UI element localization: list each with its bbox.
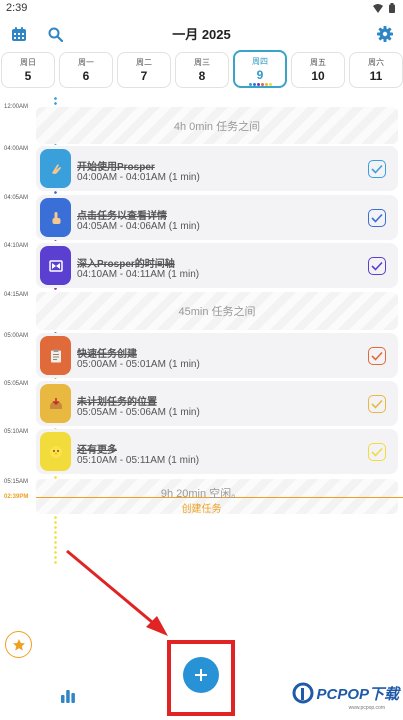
day-name: 周四 [252, 57, 268, 66]
favorites-button[interactable] [5, 631, 32, 658]
stats-icon[interactable] [60, 688, 76, 704]
task-time: 05:05AM - 05:06AM (1 min) [77, 407, 200, 418]
task-title: 深入Prosper的时间轴 [77, 259, 175, 270]
day-sun[interactable]: 周日 5 [1, 52, 55, 88]
day-sat[interactable]: 周六 11 [349, 52, 403, 88]
task-checkbox[interactable] [368, 395, 386, 413]
task-card[interactable]: 未计划任务的位置 05:05AM - 05:06AM (1 min) [36, 381, 398, 426]
day-name: 周日 [20, 58, 36, 67]
checkmark-icon [371, 399, 383, 409]
inbox-tray-icon [49, 397, 62, 409]
status-icons [373, 3, 395, 13]
time-label: 12:00AM [4, 104, 29, 110]
task-tile [40, 384, 71, 423]
day-date: 6 [82, 69, 90, 83]
day-name: 周六 [368, 58, 384, 67]
free-time-text: 9h 20min 空闲。 [160, 488, 243, 500]
task-title: 快速任务创建 [77, 349, 137, 360]
settings-button[interactable] [375, 24, 395, 44]
day-date: 7 [140, 69, 148, 83]
wifi-icon [373, 3, 383, 13]
task-title: 点击任务以查看详情 [77, 211, 167, 222]
time-label: 04:10AM [4, 243, 29, 249]
create-task-link[interactable]: 创建任务 [0, 500, 403, 515]
task-title: 未计划任务的位置 [77, 397, 157, 408]
page-title[interactable]: 一月 2025 [0, 24, 403, 43]
wave-hand-icon [51, 164, 61, 174]
task-card[interactable]: 还有更多 05:10AM - 05:11AM (1 min) [36, 429, 398, 474]
day-thu-selected[interactable]: 周四 9 [233, 50, 287, 88]
pcpop-logo-icon [292, 682, 314, 704]
task-card[interactable]: 快速任务创建 05:00AM - 05:01AM (1 min) [36, 333, 398, 378]
gear-icon [377, 26, 393, 42]
task-title: 开始使用Prosper [77, 162, 155, 173]
task-time: 04:05AM - 04:06AM (1 min) [77, 221, 200, 232]
day-fri[interactable]: 周五 10 [291, 52, 345, 88]
day-name: 周二 [136, 58, 152, 67]
header: 一月 2025 [0, 20, 403, 48]
add-task-button[interactable] [183, 657, 219, 693]
day-mon[interactable]: 周一 6 [59, 52, 113, 88]
task-tile [40, 149, 71, 188]
task-checkbox[interactable] [368, 347, 386, 365]
task-checkbox[interactable] [368, 257, 386, 275]
watermark-url: www.pcpop.com [348, 705, 385, 711]
checkmark-icon [371, 164, 383, 174]
clipboard-icon [50, 349, 61, 362]
task-card[interactable]: 点击任务以查看详情 04:05AM - 04:06AM (1 min) [36, 195, 398, 240]
status-time: 2:39 [6, 2, 28, 14]
checkmark-icon [371, 261, 383, 271]
task-checkbox[interactable] [368, 160, 386, 178]
time-label: 04:15AM [4, 292, 29, 298]
task-time: 04:00AM - 04:01AM (1 min) [77, 172, 200, 183]
day-name: 周三 [194, 58, 210, 67]
gap-text: 45min 任务之间 [178, 306, 256, 318]
time-label: 05:00AM [4, 333, 29, 339]
day-date: 9 [256, 68, 264, 82]
task-title: 还有更多 [77, 445, 117, 456]
task-card[interactable]: 开始使用Prosper 04:00AM - 04:01AM (1 min) [36, 146, 398, 191]
day-date: 10 [311, 69, 325, 83]
week-strip: 周日 5 周一 6 周二 7 周三 8 周四 9 周五 10 周六 11 [0, 50, 403, 88]
task-card[interactable]: 深入Prosper的时间轴 04:10AM - 04:11AM (1 min) [36, 243, 398, 288]
battery-icon [389, 3, 395, 13]
day-wed[interactable]: 周三 8 [175, 52, 229, 88]
checkmark-icon [371, 351, 383, 361]
gap-text: 4h 0min 任务之间 [173, 120, 261, 133]
day-date: 5 [24, 69, 32, 83]
day-tue[interactable]: 周二 7 [117, 52, 171, 88]
gap-block[interactable]: 45min 任务之间 [36, 292, 398, 330]
time-label: 05:10AM [4, 429, 29, 435]
day-name: 周一 [78, 58, 94, 67]
checkmark-icon [371, 447, 383, 457]
task-tile [40, 198, 71, 237]
watermark-text: PCPOP下载 [316, 685, 399, 703]
checkmark-icon [371, 213, 383, 223]
chick-icon [49, 445, 62, 458]
task-time: 05:00AM - 05:01AM (1 min) [77, 359, 200, 370]
task-checkbox[interactable] [368, 209, 386, 227]
task-tile [40, 246, 71, 285]
pointing-finger-icon [52, 211, 60, 224]
day-date: 8 [198, 69, 206, 83]
task-dots [235, 83, 285, 86]
plus-icon [195, 669, 207, 681]
task-time: 05:10AM - 05:11AM (1 min) [77, 455, 200, 466]
star-icon [12, 638, 25, 650]
app-screen: 2:39 一月 2025 周日 5 周一 6 周二 7 周三 8 周四 9 周五… [0, 0, 403, 720]
task-tile [40, 432, 71, 471]
status-bar: 2:39 [0, 0, 403, 18]
gap-block[interactable]: 4h 0min 任务之间 [36, 107, 398, 144]
task-time: 04:10AM - 04:11AM (1 min) [77, 269, 200, 280]
task-checkbox[interactable] [368, 443, 386, 461]
hourglass-icon [48, 259, 63, 272]
time-label: 04:00AM [4, 146, 29, 152]
day-name: 周五 [310, 58, 326, 67]
time-label: 05:05AM [4, 381, 29, 387]
time-label: 04:05AM [4, 195, 29, 201]
watermark: PCPOP下载 [292, 682, 399, 704]
day-date: 11 [369, 69, 383, 83]
task-tile [40, 336, 71, 375]
